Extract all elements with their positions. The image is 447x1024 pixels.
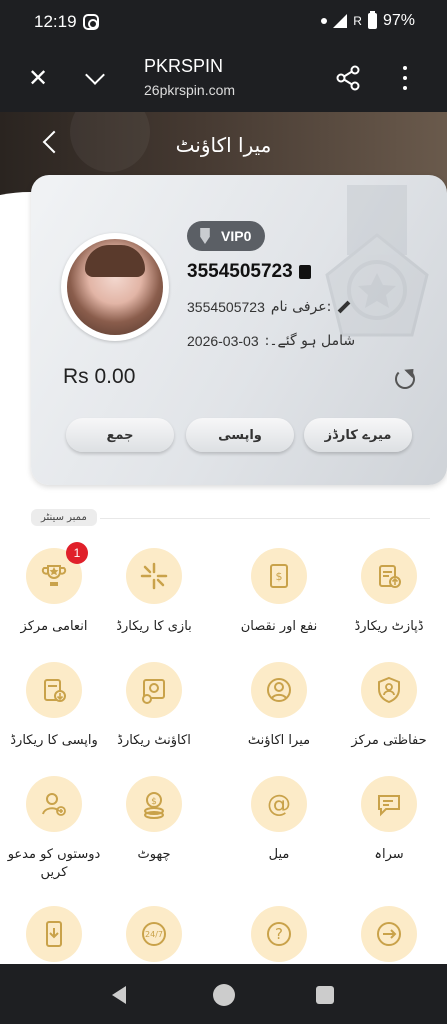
roaming-indicator: R <box>353 14 362 28</box>
battery-percent: 97% <box>382 12 415 29</box>
member-center-item-label: سراہ <box>374 847 404 862</box>
svg-text:24/7: 24/7 <box>145 930 163 939</box>
download-icon <box>26 906 82 962</box>
user-id-value: 3554505723 <box>187 261 293 282</box>
vip-badge: VIP0 <box>187 221 266 251</box>
invite-icon <box>26 776 82 832</box>
member-center-item[interactable]: حفاظتی مرکز <box>334 662 444 750</box>
user-id: 3554505723 <box>187 261 311 283</box>
battery-icon <box>367 11 377 29</box>
deposit-button[interactable]: جمع <box>66 418 174 452</box>
browser-title: PKRSPIN <box>144 56 224 76</box>
member-center-item[interactable] <box>334 906 444 962</box>
member-center-item[interactable]: 24/7 <box>99 906 209 962</box>
joined-date: 2026-03-03 <box>187 333 259 349</box>
profit-loss-icon: $ <box>251 548 307 604</box>
status-right: R 97% <box>321 11 415 30</box>
share-icon[interactable] <box>334 64 362 92</box>
copy-icon[interactable] <box>298 265 311 279</box>
member-center-item[interactable]: @ میل <box>224 776 334 864</box>
svg-text:$: $ <box>151 797 157 807</box>
shield-icon <box>361 662 417 718</box>
support-24-7-icon: 24/7 <box>126 906 182 962</box>
svg-text:?: ? <box>275 925 283 943</box>
vip-icon <box>200 228 210 244</box>
account-card: VIP0 3554505723 3554505723 عرفی نام: 202… <box>31 175 447 485</box>
svg-text:@: @ <box>267 790 291 818</box>
status-bar: 12:19 R 97% <box>0 0 447 44</box>
withdraw-button[interactable]: واپسی <box>186 418 294 452</box>
member-center-item-label: دوستوں کو مدعو کریں <box>7 847 101 880</box>
member-center-item-label: بازی کا ریکارڈ <box>116 619 192 634</box>
member-center-item-label: میرا اکاؤنٹ <box>247 733 311 748</box>
member-center-item-label: میل <box>268 847 290 862</box>
member-center-item[interactable]: اکاؤنٹ ریکارڈ <box>99 662 209 750</box>
member-center-item[interactable]: میرا اکاؤنٹ <box>224 662 334 750</box>
nickname-value: 3554505723 <box>187 299 265 315</box>
member-center-item-label: ڈپازٹ ریکارڈ <box>354 619 424 634</box>
nickname-row: 3554505723 عرفی نام: <box>187 299 351 315</box>
nickname-label: عرفی نام: <box>270 299 332 315</box>
status-time: 12:19 <box>34 12 77 31</box>
member-center-item-label: حفاظتی مرکز <box>351 733 427 748</box>
chevron-down-icon[interactable] <box>85 65 105 85</box>
withdraw-record-icon <box>26 662 82 718</box>
page-title: میرا اکاؤنٹ <box>175 133 272 157</box>
notification-badge: 1 <box>66 542 88 564</box>
instagram-icon <box>83 14 99 30</box>
member-center-item[interactable]: $ نفع اور نقصان <box>224 548 334 636</box>
member-center-item-label: انعامی مرکز <box>20 619 88 634</box>
account-record-icon <box>126 662 182 718</box>
help-icon: ? <box>251 906 307 962</box>
trophy-icon: 1 <box>26 542 88 604</box>
notification-dot-icon <box>321 18 328 24</box>
member-center-item[interactable]: سراہ <box>334 776 444 864</box>
member-center-item[interactable]: واپسی کا ریکارڈ <box>0 662 109 750</box>
close-icon[interactable]: ✕ <box>28 66 48 90</box>
member-center-item[interactable]: $ چھوٹ <box>99 776 209 864</box>
divider <box>100 518 430 519</box>
joined-label: :شامل ہو گئے۔ <box>264 333 356 349</box>
member-center-item-label: چھوٹ <box>137 847 171 862</box>
member-center-item-label: واپسی کا ریکارڈ <box>10 733 98 748</box>
nav-recents-icon[interactable] <box>316 986 334 1004</box>
member-center-item[interactable]: دوستوں کو مدعو کریں <box>0 776 109 882</box>
member-center-item-label: اکاؤنٹ ریکارڈ <box>117 733 191 748</box>
vip-level: VIP0 <box>221 228 252 244</box>
my-cards-button[interactable]: میرے کارڈز <box>304 418 412 452</box>
mail-icon: @ <box>251 776 307 832</box>
browser-toolbar: ✕ PKRSPIN 26pkrspin.com <box>0 44 447 112</box>
edit-pencil-icon[interactable] <box>337 300 351 314</box>
member-center-item-label: نفع اور نقصان <box>240 619 318 634</box>
nav-home-icon[interactable] <box>213 984 235 1006</box>
avatar[interactable] <box>61 233 169 341</box>
member-center-item[interactable]: ڈپازٹ ریکارڈ <box>334 548 444 636</box>
balance: Rs 0.00 <box>63 365 136 388</box>
user-icon <box>251 662 307 718</box>
joined-row: 2026-03-03 :شامل ہو گئے۔ <box>187 333 355 349</box>
svg-text:$: $ <box>276 570 283 583</box>
feedback-icon <box>361 776 417 832</box>
system-nav-bar <box>0 964 447 1024</box>
member-center-label: ممبر سینٹر <box>31 509 97 526</box>
refresh-icon[interactable] <box>395 369 415 389</box>
signal-icon <box>333 14 348 28</box>
member-center-item[interactable]: 1 انعامی مرکز <box>0 542 109 636</box>
nav-back-icon[interactable] <box>112 986 126 1004</box>
coins-icon: $ <box>126 776 182 832</box>
spin-icon <box>126 548 182 604</box>
member-center-item[interactable]: ? <box>224 906 334 962</box>
browser-url[interactable]: 26pkrspin.com <box>144 82 235 98</box>
member-center-item[interactable]: بازی کا ریکارڈ <box>99 548 209 636</box>
member-center-item[interactable] <box>0 906 109 962</box>
more-options-icon[interactable] <box>402 66 408 90</box>
logout-icon <box>361 906 417 962</box>
deposit-record-icon <box>361 548 417 604</box>
